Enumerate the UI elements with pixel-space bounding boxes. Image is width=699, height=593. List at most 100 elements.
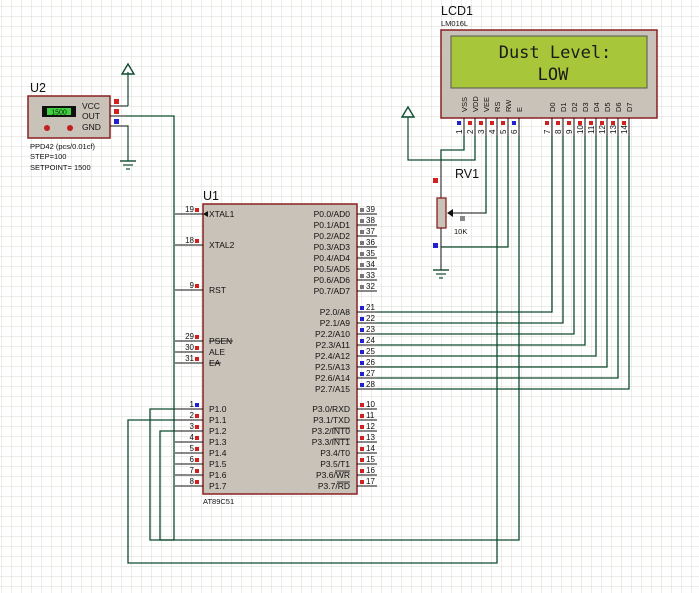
u1-right-pin-label: P3.7/RD	[318, 481, 350, 491]
lcd-pin-marker	[512, 121, 516, 125]
u1-left-pin-label: P1.2	[209, 426, 227, 436]
lcd-ref-label: LCD1	[441, 4, 473, 18]
u1-pin-marker	[195, 447, 199, 451]
u1-right-pin-label: P2.0/A8	[320, 307, 351, 317]
u2-pin-marker	[114, 109, 119, 114]
u1-right-pin-number: 24	[366, 336, 375, 345]
u1-right-pin-label: P0.2/AD2	[314, 231, 351, 241]
u1-pin-marker	[360, 414, 364, 418]
rv1-body	[436, 197, 447, 229]
lcd-pin-marker	[457, 121, 461, 125]
lcd-pin-marker	[611, 121, 615, 125]
lcd-pin-label: RS	[493, 102, 502, 112]
u2-prop-model: PPD42 (pcs/0.01cf)	[30, 142, 96, 151]
u1-pin-marker	[360, 480, 364, 484]
u1-left-pin-number: 1	[190, 400, 195, 409]
u1-right-pin-number: 28	[366, 380, 375, 389]
u1-pin-marker	[360, 208, 364, 212]
u1-pin-marker	[360, 447, 364, 451]
lcd-pin-label: D3	[581, 102, 590, 112]
u1-microcontroller[interactable]: U1 AT89C51 19 XTAL118 XTAL29 RST29 PSEN30 ALE…	[175, 189, 377, 506]
u1-right-pin-number: 22	[366, 314, 375, 323]
u1-pin-marker	[360, 230, 364, 234]
u1-pin-marker	[195, 335, 199, 339]
u1-pin-marker	[360, 274, 364, 278]
u1-right-pin-number: 26	[366, 358, 375, 367]
u1-left-pin-number: 5	[190, 444, 195, 453]
u1-right-pin-number: 32	[366, 282, 375, 291]
u2-pin-gnd: GND	[82, 122, 101, 132]
u1-pin-marker	[360, 403, 364, 407]
lcd-pin-label: D6	[614, 102, 623, 112]
u1-left-pin-number: 30	[185, 343, 194, 352]
lcd-pin-label: D5	[603, 102, 612, 112]
lcd-pin-number: 12	[598, 125, 607, 134]
lcd-pin-marker	[622, 121, 626, 125]
u1-left-pin-number: 3	[190, 422, 195, 431]
lcd-pin-number: 14	[620, 125, 629, 134]
u1-left-pin-label: P1.6	[209, 470, 227, 480]
u1-right-pin-number: 17	[366, 477, 375, 486]
u1-right-pin-number: 12	[366, 422, 375, 431]
u1-right-pin-label: P2.3/A11	[316, 340, 351, 350]
u1-pin-marker	[360, 285, 364, 289]
lcd-pin-number: 4	[488, 129, 497, 134]
u1-left-pin-label: P1.3	[209, 437, 227, 447]
u1-right-pin-label: P2.2/A10	[315, 329, 350, 339]
u1-pin-marker	[360, 252, 364, 256]
u1-right-pin-number: 36	[366, 238, 375, 247]
u1-pin-marker	[195, 469, 199, 473]
u1-pin-marker	[195, 208, 199, 212]
u1-left-pin-label: P1.7	[209, 481, 227, 491]
lcd-pin-label: D1	[559, 102, 568, 112]
u1-pin-marker	[195, 425, 199, 429]
u1-pin-marker	[195, 346, 199, 350]
u1-left-pin-number: 31	[185, 354, 194, 363]
u1-right-pin-number: 25	[366, 347, 375, 356]
u2-button-left-icon	[44, 125, 50, 131]
u1-left-pin-number: 6	[190, 455, 195, 464]
u1-right-pin-number: 21	[366, 303, 375, 312]
u1-right-pin-number: 11	[366, 411, 375, 420]
u1-pin-marker	[195, 403, 199, 407]
u1-right-pin-number: 38	[366, 216, 375, 225]
u1-right-pin-number: 34	[366, 260, 375, 269]
u2-prop-step: STEP=100	[30, 152, 66, 161]
u1-right-pin-label: P2.5/A13	[315, 362, 350, 372]
lcd-pin-label: VSS	[460, 97, 469, 112]
u1-left-pin-label: RST	[209, 285, 226, 295]
u1-left-pin-label: XTAL2	[209, 240, 235, 250]
lcd-pin-number: 11	[587, 125, 596, 134]
u1-right-pin-label: P3.2/INT0	[312, 426, 351, 436]
lcd-pin-label: VDD	[471, 96, 480, 112]
schematic-canvas[interactable]: U2 1500 VCC OUT GND PPD42 (pcs/0.01cf) S…	[0, 0, 699, 593]
u1-right-pin-number: 27	[366, 369, 375, 378]
rv1-ref-label: RV1	[455, 167, 479, 181]
u1-right-pin-number: 14	[366, 444, 375, 453]
u1-pin-marker	[360, 436, 364, 440]
u1-right-pin-label: P0.0/AD0	[314, 209, 351, 219]
u1-right-pin-number: 15	[366, 455, 375, 464]
rv1-pin-marker	[433, 178, 438, 183]
lcd-model-label: LM016L	[441, 19, 468, 28]
u1-left-pin-number: 29	[185, 332, 194, 341]
lcd-pin-number: 8	[554, 129, 563, 134]
u1-pin-marker	[360, 469, 364, 473]
lcd-pin-marker	[589, 121, 593, 125]
u1-pin-marker	[360, 241, 364, 245]
u1-right-pin-label: P3.6/WR	[316, 470, 350, 480]
u1-left-pin-number: 8	[190, 477, 195, 486]
u1-pin-marker	[360, 339, 364, 343]
u1-right-pin-number: 39	[366, 205, 375, 214]
u1-right-pin-label: P0.3/AD3	[314, 242, 351, 252]
u1-pin-marker	[360, 361, 364, 365]
lcd-pin-marker	[556, 121, 560, 125]
lcd-pin-marker	[501, 121, 505, 125]
u1-right-pin-label: P0.6/AD6	[314, 275, 351, 285]
u1-part-label: AT89C51	[203, 497, 234, 506]
u1-pin-marker	[195, 357, 199, 361]
u2-prop-setpoint: SETPOINT= 1500	[30, 163, 91, 172]
lcd-pin-number: 3	[477, 129, 486, 134]
u1-right-pin-label: P3.5/T1	[320, 459, 350, 469]
u1-pin-marker	[360, 219, 364, 223]
